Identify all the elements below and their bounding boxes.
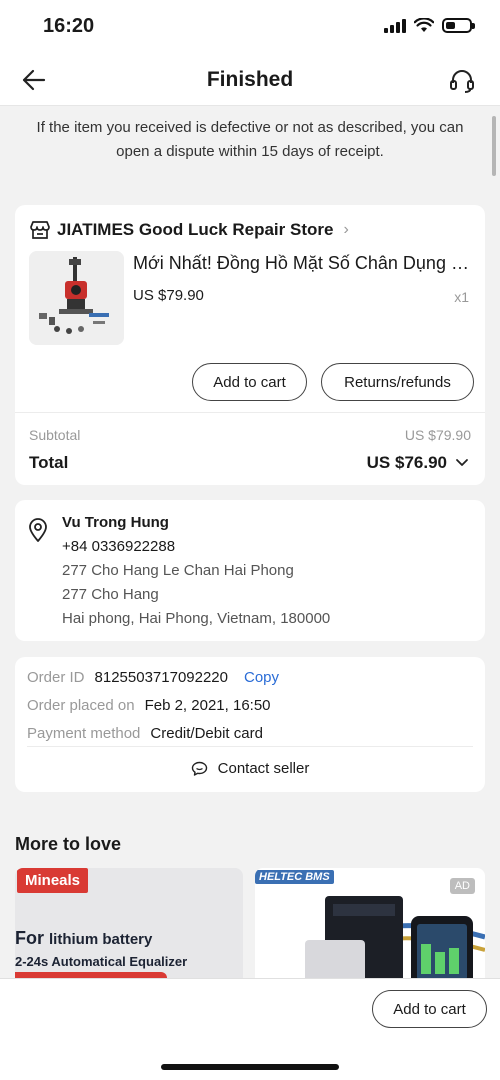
ad-subline: 2-24s Automatical Equalizer: [15, 954, 188, 969]
chat-bubble-icon: [191, 761, 207, 776]
wifi-icon: [414, 18, 434, 32]
address-line-1: 277 Cho Hang Le Chan Hai Phong: [62, 562, 294, 579]
order-id-value: 8125503717092220: [94, 669, 228, 686]
home-indicator[interactable]: [161, 1064, 339, 1070]
nav-bar: Finished: [0, 54, 500, 106]
chevron-down-icon: [456, 459, 468, 466]
total-label: Total: [29, 453, 69, 472]
order-placed-label: Order placed on: [27, 697, 135, 714]
copy-link[interactable]: Copy: [244, 669, 279, 686]
order-id-row: Order ID 8125503717092220 Copy: [27, 669, 279, 686]
add-to-cart-button[interactable]: Add to cart: [372, 990, 487, 1028]
order-info-card: Order ID 8125503717092220 Copy Order pla…: [15, 657, 485, 792]
total-value-toggle[interactable]: US $76.90: [367, 453, 469, 473]
store-name: JIATIMES Good Luck Repair Store: [57, 220, 334, 239]
ad-headline: For lithium battery: [15, 928, 153, 948]
product-quantity: x1: [454, 289, 469, 305]
product-price: US $79.90: [133, 287, 204, 304]
address-line-2: 277 Cho Hang: [62, 586, 159, 603]
status-bar: 16:20: [0, 0, 500, 54]
divider: [27, 746, 473, 747]
contact-seller-button[interactable]: Contact seller: [15, 760, 485, 777]
product-image: [305, 896, 485, 988]
status-time: 16:20: [43, 15, 95, 37]
scrollbar[interactable]: [492, 116, 496, 176]
dispute-notice: If the item you received is defective or…: [36, 119, 464, 160]
payment-method-label: Payment method: [27, 725, 141, 742]
battery-icon: [442, 18, 475, 33]
order-placed-row: Order placed on Feb 2, 2021, 16:50: [27, 697, 271, 714]
status-icons: [384, 18, 475, 33]
chevron-right-icon: ›: [343, 221, 349, 238]
order-placed-value: Feb 2, 2021, 16:50: [144, 697, 271, 714]
store-header[interactable]: JIATIMES Good Luck Repair Store ›: [29, 220, 349, 240]
bottom-action-bar: Add to cart: [0, 978, 500, 1040]
divider: [15, 412, 485, 413]
page-title: Finished: [206, 68, 294, 91]
total-value: US $76.90: [366, 453, 447, 472]
store-icon: [30, 221, 50, 239]
headset-icon[interactable]: [448, 66, 476, 94]
add-to-cart-button[interactable]: Add to cart: [192, 363, 307, 401]
shipping-address-card: Vu Trong Hung +84 0336922288 277 Cho Han…: [15, 500, 485, 641]
recommended-product-card[interactable]: HELTEC BMS AD: [255, 868, 485, 988]
recommended-product-card[interactable]: Mineals For lithium battery 2-24s Automa…: [15, 868, 243, 988]
product-title[interactable]: Mới Nhất! Đồng Hồ Mặt Số Chân Dụng C...: [133, 253, 471, 274]
brand-logo: Mineals: [17, 868, 89, 893]
address-line-3: Hai phong, Hai Phong, Vietnam, 180000: [62, 610, 331, 627]
home-indicator-area: [0, 1040, 500, 1080]
more-to-love-title: More to love: [15, 834, 122, 854]
brand-logo: HELTEC BMS: [255, 870, 334, 884]
order-item-card: JIATIMES Good Luck Repair Store › Mới Nh…: [15, 205, 485, 485]
returns-refunds-button[interactable]: Returns/refunds: [321, 363, 474, 401]
recipient-name: Vu Trong Hung: [62, 514, 169, 531]
order-id-label: Order ID: [27, 669, 85, 686]
subtotal-label: Subtotal: [29, 427, 81, 443]
cellular-signal-icon: [384, 18, 406, 33]
payment-method-value: Credit/Debit card: [150, 725, 263, 742]
subtotal-value: US $79.90: [404, 427, 471, 443]
product-image[interactable]: [29, 251, 124, 345]
recipient-phone: +84 0336922288: [62, 538, 176, 555]
contact-seller-label: Contact seller: [217, 760, 310, 777]
payment-method-row: Payment method Credit/Debit card: [27, 725, 263, 742]
location-pin-icon: [29, 518, 47, 542]
